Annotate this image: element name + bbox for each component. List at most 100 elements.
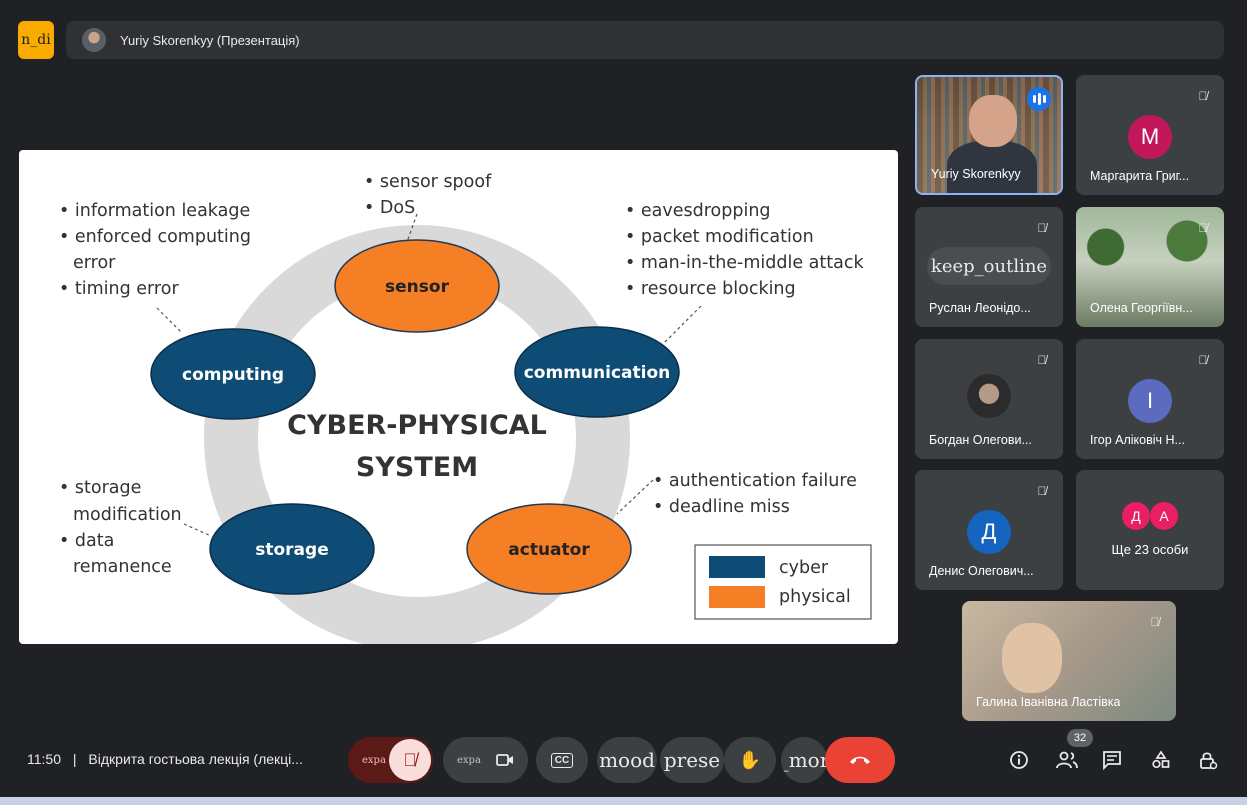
- people-button[interactable]: [1052, 745, 1082, 775]
- activities-icon: [1152, 750, 1170, 769]
- lock-icon: [1200, 752, 1218, 770]
- participant-name: Денис Олегович...: [929, 564, 1034, 578]
- participant-name: Yuriy Skorenkyy: [931, 167, 1021, 181]
- captions-button[interactable]: CC: [536, 737, 588, 783]
- avatar: Д: [1122, 502, 1150, 530]
- participant-name: Маргарита Григ...: [1090, 169, 1190, 183]
- bullet-enforced-error-cont: error: [73, 253, 116, 273]
- reactions-button[interactable]: mood: [597, 737, 657, 783]
- participant-name: Олена Георгіївн...: [1090, 301, 1193, 315]
- presentation-header: Yuriy Skorenkyy (Презентація): [66, 21, 1224, 59]
- more-options-button[interactable]: _mor: [781, 737, 827, 783]
- mic-off-icon: 🎙̸: [389, 739, 431, 781]
- bullet-info-leakage: • information leakage: [59, 201, 250, 221]
- more-participants-label: Ще 23 особи: [1111, 542, 1189, 557]
- avatar: [967, 374, 1011, 418]
- bullet-resource-blocking: • resource blocking: [625, 279, 796, 299]
- camera-toggle-button[interactable]: expa: [443, 737, 528, 783]
- bullet-sensor-spoof: • sensor spoof: [364, 172, 492, 192]
- legend-swatch-physical: [709, 586, 765, 608]
- node-sensor-label: sensor: [385, 277, 450, 297]
- mic-off-icon: 🎙̸: [1037, 353, 1047, 367]
- center-title-line2: SYSTEM: [356, 452, 478, 483]
- present-button[interactable]: prese: [660, 737, 724, 783]
- activities-button[interactable]: [1146, 745, 1176, 775]
- bullet-storage-cont: modification: [73, 505, 182, 525]
- avatar: А: [1150, 502, 1178, 530]
- participant-tile[interactable]: 🎙̸ М Маргарита Григ...: [1076, 75, 1224, 195]
- mic-off-icon: 🎙̸: [1037, 221, 1047, 235]
- bullet-auth-failure: • authentication failure: [653, 471, 857, 491]
- participant-name: Галина Іванівна Ластівка: [976, 695, 1121, 709]
- bullet-dos: • DoS: [364, 198, 415, 218]
- meeting-info-button[interactable]: [1004, 745, 1034, 775]
- bullet-storage: • storage: [59, 478, 141, 498]
- node-storage: storage: [209, 503, 375, 595]
- mic-off-icon: 🎙̸: [1198, 89, 1208, 103]
- people-icon: [1056, 751, 1078, 769]
- mic-off-icon: 🎙̸: [1198, 353, 1208, 367]
- node-storage-label: storage: [255, 540, 328, 560]
- bullet-mitm: • man-in-the-middle attack: [625, 253, 864, 273]
- end-call-button[interactable]: [825, 737, 895, 783]
- mic-off-icon: 🎙̸: [1198, 221, 1208, 235]
- overlay-keep-outline: keep_outline: [927, 247, 1051, 285]
- node-sensor: sensor: [334, 239, 500, 333]
- legend: cyber physical: [694, 544, 872, 620]
- node-communication-label: communication: [524, 363, 671, 383]
- participant-name: Руслан Леонідо...: [929, 301, 1031, 315]
- participant-tile[interactable]: 🎙̸ Д Денис Олегович...: [915, 470, 1063, 590]
- end-call-icon: [850, 756, 870, 764]
- participant-tile[interactable]: 🎙̸ Олена Георгіївн...: [1076, 207, 1224, 327]
- participant-tile-presenter[interactable]: Yuriy Skorenkyy: [915, 75, 1063, 195]
- avatar: І: [1128, 379, 1172, 423]
- node-actuator-label: actuator: [508, 540, 590, 560]
- presenter-title: Yuriy Skorenkyy (Презентація): [120, 32, 300, 48]
- bullet-data: • data: [59, 531, 114, 551]
- bullet-eavesdropping: • eavesdropping: [625, 201, 771, 221]
- speaking-indicator-icon: [1027, 87, 1051, 111]
- bullet-packet-mod: • packet modification: [625, 227, 814, 247]
- mic-toggle-button[interactable]: expa 🎙̸: [348, 737, 433, 783]
- chat-button[interactable]: [1097, 745, 1127, 775]
- host-controls-button[interactable]: [1193, 745, 1223, 775]
- legend-cyber: cyber: [779, 558, 829, 578]
- legend-physical: physical: [779, 587, 851, 607]
- more-participants-tile[interactable]: Д А Ще 23 особи: [1076, 470, 1224, 590]
- presenter-avatar: [82, 28, 106, 52]
- bullet-data-cont: remanence: [73, 557, 172, 577]
- app-badge[interactable]: n_di: [18, 21, 54, 59]
- legend-swatch-cyber: [709, 556, 765, 578]
- chat-icon: [1103, 751, 1121, 770]
- video-feed: [1002, 623, 1062, 693]
- avatar: Д: [967, 510, 1011, 554]
- hand-icon: ✋: [738, 749, 762, 770]
- video-feed: [969, 95, 1017, 147]
- participant-tile[interactable]: 🎙̸ І Ігор Аліковіч Н...: [1076, 339, 1224, 459]
- cps-diagram: sensor computing communication storage a…: [59, 172, 872, 644]
- captions-icon: CC: [550, 752, 574, 768]
- node-communication: communication: [514, 326, 680, 418]
- participant-tile[interactable]: 🎙̸ Богдан Олегови...: [915, 339, 1063, 459]
- raise-hand-button[interactable]: ✋: [724, 737, 776, 783]
- meeting-time: 11:50: [27, 751, 61, 767]
- presentation-slide: sensor computing communication storage a…: [19, 150, 898, 644]
- center-title-line1: CYBER-PHYSICAL: [287, 410, 547, 441]
- info-icon: [1010, 751, 1028, 769]
- participant-tile[interactable]: 🎙̸ keep_outline Руслан Леонідо...: [915, 207, 1063, 327]
- bullet-enforced-error: • enforced computing: [59, 227, 251, 247]
- participant-name: Богдан Олегови...: [929, 433, 1032, 447]
- os-taskbar: [0, 797, 1247, 805]
- meeting-title: Відкрита гостьова лекція (лекці...: [88, 751, 303, 767]
- node-actuator: actuator: [466, 503, 632, 595]
- participant-name: Ігор Аліковіч Н...: [1090, 433, 1185, 447]
- mic-off-icon: 🎙̸: [1150, 615, 1160, 629]
- avatar: М: [1128, 115, 1172, 159]
- mic-off-icon: 🎙̸: [1037, 484, 1047, 498]
- bullet-deadline-miss: • deadline miss: [653, 497, 790, 517]
- participant-tile-self[interactable]: 🎙̸ Галина Іванівна Ластівка: [962, 601, 1176, 721]
- node-computing-label: computing: [182, 365, 284, 385]
- meeting-info: 11:50 | Відкрита гостьова лекція (лекці.…: [27, 751, 303, 767]
- node-computing: computing: [150, 328, 316, 420]
- bullet-timing-error: • timing error: [59, 279, 179, 299]
